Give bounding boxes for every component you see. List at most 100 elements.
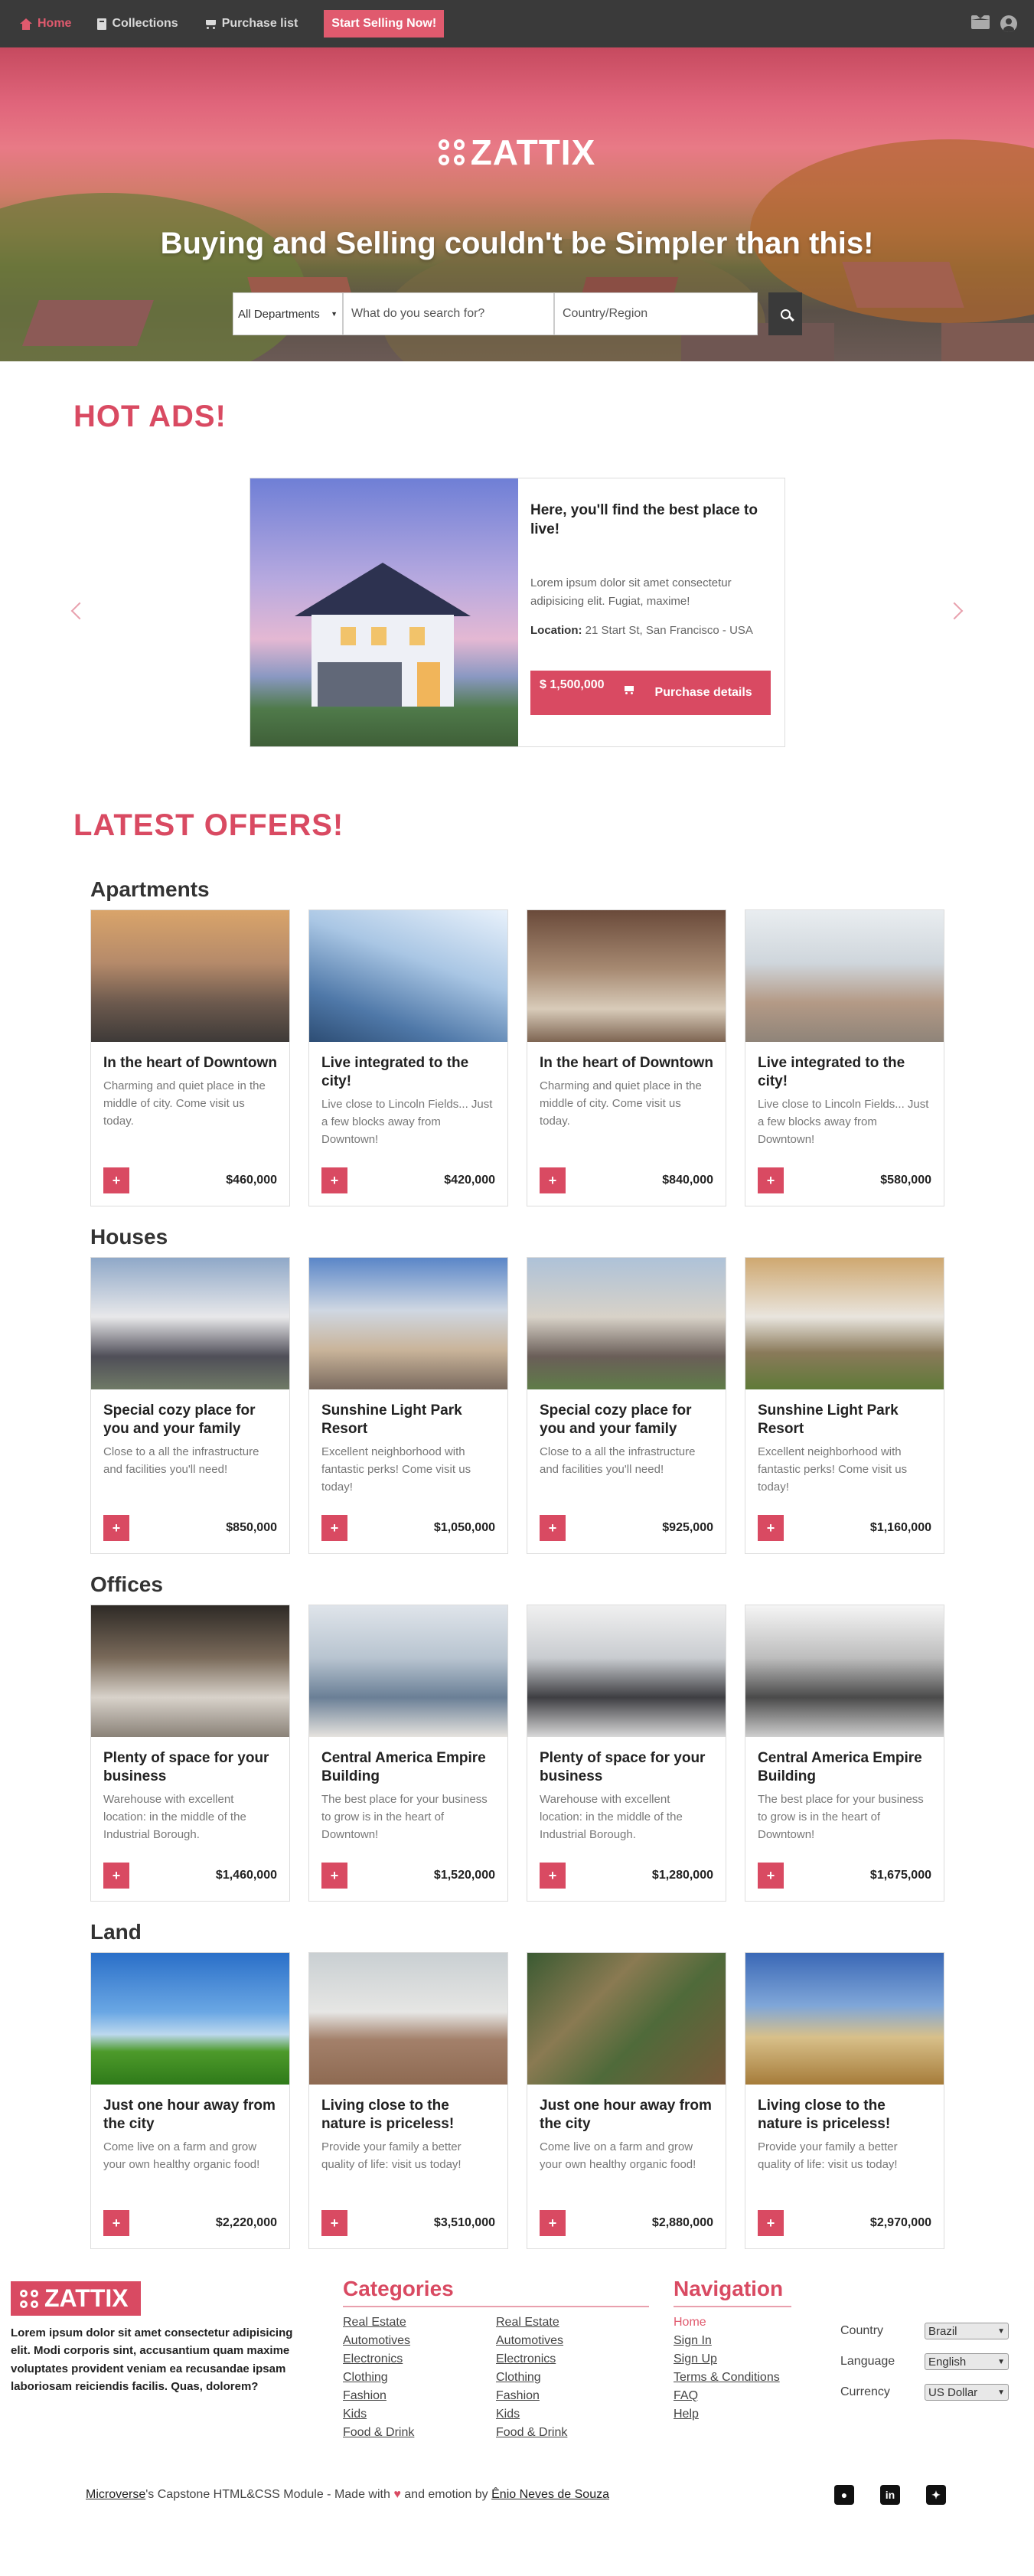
footer-navigation-link[interactable]: Home bbox=[674, 2313, 780, 2332]
country-label: Country bbox=[840, 2324, 884, 2337]
footer-category-link[interactable]: Clothing bbox=[343, 2369, 414, 2387]
add-to-list-button[interactable]: + bbox=[758, 1863, 784, 1889]
footer-category-link[interactable]: Kids bbox=[496, 2405, 567, 2424]
linkedin-icon[interactable]: in bbox=[880, 2485, 900, 2505]
footer-category-link[interactable]: Automotives bbox=[496, 2332, 567, 2350]
hot-ad-price-button[interactable]: $ 1,500,000 Purchase details bbox=[530, 671, 771, 716]
add-to-list-button[interactable]: + bbox=[540, 2210, 566, 2236]
currency-select[interactable]: US Dollar ▼ bbox=[925, 2384, 1009, 2401]
offer-card[interactable]: Live integrated to the city! Live close … bbox=[745, 909, 944, 1206]
footer-category-link[interactable]: Clothing bbox=[496, 2369, 567, 2387]
footer-category-link[interactable]: Food & Drink bbox=[496, 2424, 567, 2442]
offer-card[interactable]: Living close to the nature is priceless!… bbox=[745, 1952, 944, 2249]
github-icon[interactable]: ● bbox=[834, 2485, 854, 2505]
language-label: Language bbox=[840, 2355, 895, 2368]
offer-card-price: $1,160,000 bbox=[869, 1521, 931, 1534]
add-to-list-button[interactable]: + bbox=[321, 1515, 347, 1541]
add-to-list-button[interactable]: + bbox=[321, 1863, 347, 1889]
offer-card[interactable]: In the heart of Downtown Charming and qu… bbox=[527, 909, 726, 1206]
microverse-link[interactable]: Microverse bbox=[86, 2488, 145, 2501]
start-selling-button[interactable]: Start Selling Now! bbox=[324, 10, 445, 38]
offer-card[interactable]: Special cozy place for you and your fami… bbox=[527, 1257, 726, 1554]
offer-card[interactable]: Sunshine Light Park Resort Excellent nei… bbox=[745, 1257, 944, 1554]
offer-card-price: $1,520,000 bbox=[433, 1869, 495, 1882]
add-to-list-button[interactable]: + bbox=[321, 1167, 347, 1193]
latest-offers-title: LATEST OFFERS! bbox=[73, 808, 344, 842]
offer-card-price: $460,000 bbox=[226, 1174, 277, 1187]
footer-category-link[interactable]: Real Estate bbox=[496, 2313, 567, 2332]
country-input[interactable]: Country/Region bbox=[554, 292, 758, 335]
offer-card[interactable]: Central America Empire Building The best… bbox=[745, 1605, 944, 1902]
footer-navigation-link[interactable]: Help bbox=[674, 2405, 780, 2424]
offer-card[interactable]: Just one hour away from the city Come li… bbox=[90, 1952, 290, 2249]
hot-ad-location-value: 21 Start St, San Francisco - USA bbox=[585, 624, 753, 638]
offer-card[interactable]: Plenty of space for your business Wareho… bbox=[527, 1605, 726, 1902]
add-to-list-button[interactable]: + bbox=[540, 1515, 566, 1541]
credits-middle-text: 's Capstone HTML&CSS Module - Made with bbox=[145, 2488, 390, 2501]
add-to-list-button[interactable]: + bbox=[103, 1863, 129, 1889]
nav-home[interactable]: Home bbox=[20, 17, 71, 31]
nav-home-label: Home bbox=[38, 17, 72, 30]
footer-category-link[interactable]: Automotives bbox=[343, 2332, 414, 2350]
category-section: Houses Special cozy place for you and yo… bbox=[0, 1206, 1034, 1554]
offer-card[interactable]: In the heart of Downtown Charming and qu… bbox=[90, 909, 290, 1206]
carousel-next-icon[interactable] bbox=[945, 602, 964, 620]
footer-navigation-link[interactable]: Sign In bbox=[674, 2332, 780, 2350]
add-to-list-button[interactable]: + bbox=[758, 1167, 784, 1193]
footer-category-link[interactable]: Food & Drink bbox=[343, 2424, 414, 2442]
offer-card-price: $840,000 bbox=[662, 1174, 713, 1187]
add-to-list-button[interactable]: + bbox=[540, 1863, 566, 1889]
offer-card-description: Come live on a farm and grow your own he… bbox=[540, 2140, 696, 2171]
footer-category-link[interactable]: Electronics bbox=[496, 2350, 567, 2369]
footer-navigation-link[interactable]: Sign Up bbox=[674, 2350, 780, 2369]
author-link[interactable]: Ênio Neves de Souza bbox=[491, 2488, 609, 2501]
footer-navigation-link[interactable]: FAQ bbox=[674, 2387, 780, 2405]
add-to-list-button[interactable]: + bbox=[758, 1515, 784, 1541]
user-icon[interactable] bbox=[1000, 15, 1017, 32]
footer-credits: Microverse's Capstone HTML&CSS Module - … bbox=[86, 2488, 609, 2502]
envelope-icon[interactable] bbox=[971, 15, 990, 29]
nav-collections-label: Collections bbox=[112, 17, 178, 30]
add-to-list-button[interactable]: + bbox=[103, 1515, 129, 1541]
department-select[interactable]: All Departments ▼ bbox=[233, 292, 343, 335]
footer-category-link[interactable]: Kids bbox=[343, 2405, 414, 2424]
offer-card-description: Live close to Lincoln Fields... Just a f… bbox=[758, 1097, 929, 1147]
add-to-list-button[interactable]: + bbox=[321, 2210, 347, 2236]
category-section: Apartments In the heart of Downtown Char… bbox=[0, 859, 1034, 1206]
add-to-list-button[interactable]: + bbox=[540, 1167, 566, 1193]
hot-ad-location: Location: 21 Start St, San Francisco - U… bbox=[530, 622, 774, 640]
add-to-list-button[interactable]: + bbox=[103, 2210, 129, 2236]
offer-card-price: $3,510,000 bbox=[433, 2216, 495, 2229]
offer-card-image bbox=[309, 910, 507, 1042]
offer-card[interactable]: Just one hour away from the city Come li… bbox=[527, 1952, 726, 2249]
add-to-list-button[interactable]: + bbox=[758, 2210, 784, 2236]
offer-card-image bbox=[91, 1258, 289, 1389]
offer-card[interactable]: Central America Empire Building The best… bbox=[308, 1605, 508, 1902]
footer-logo-text: ZATTIX bbox=[44, 2284, 129, 2312]
offer-card[interactable]: Living close to the nature is priceless!… bbox=[308, 1952, 508, 2249]
language-select[interactable]: English ▼ bbox=[925, 2353, 1009, 2370]
offer-card[interactable]: Plenty of space for your business Wareho… bbox=[90, 1605, 290, 1902]
footer-category-link[interactable]: Fashion bbox=[343, 2387, 414, 2405]
footer-category-link[interactable]: Fashion bbox=[496, 2387, 567, 2405]
purchase-details-button[interactable]: Purchase details bbox=[614, 671, 771, 715]
footer-category-link[interactable]: Electronics bbox=[343, 2350, 414, 2369]
currency-row: Currency US Dollar ▼ bbox=[840, 2384, 1009, 2401]
category-section: Offices Plenty of space for your busines… bbox=[0, 1554, 1034, 1902]
country-select[interactable]: Brazil ▼ bbox=[925, 2323, 1009, 2339]
footer-category-link[interactable]: Real Estate bbox=[343, 2313, 414, 2332]
twitter-icon[interactable]: ✦ bbox=[926, 2485, 946, 2505]
footer-navigation-link[interactable]: Terms & Conditions bbox=[674, 2369, 780, 2387]
nav-collections[interactable]: Collections bbox=[97, 17, 178, 31]
add-to-list-button[interactable]: + bbox=[103, 1167, 129, 1193]
search-button[interactable] bbox=[768, 292, 802, 335]
offer-card-price: $2,970,000 bbox=[869, 2216, 931, 2229]
offer-card-title: Sunshine Light Park Resort bbox=[758, 1402, 899, 1437]
offer-card[interactable]: Sunshine Light Park Resort Excellent nei… bbox=[308, 1257, 508, 1554]
carousel-prev-icon[interactable] bbox=[70, 602, 89, 620]
nav-purchase-list[interactable]: Purchase list bbox=[204, 17, 298, 31]
offer-card[interactable]: Special cozy place for you and your fami… bbox=[90, 1257, 290, 1554]
offer-card-title: Living close to the nature is priceless! bbox=[321, 2098, 455, 2132]
search-input[interactable]: What do you search for? bbox=[343, 292, 554, 335]
offer-card[interactable]: Live integrated to the city! Live close … bbox=[308, 909, 508, 1206]
